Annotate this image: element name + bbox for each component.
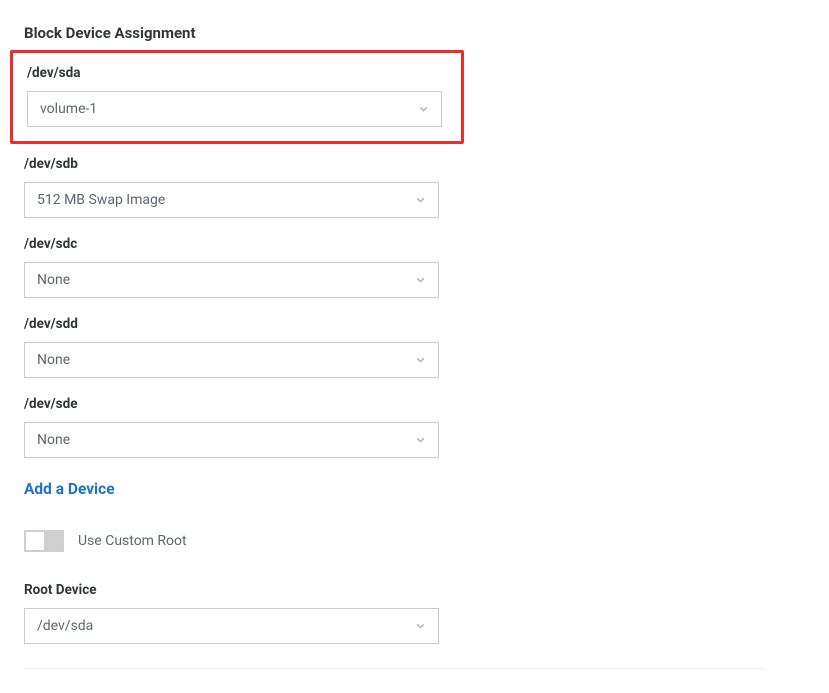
device-group-sdc: /dev/sdc None bbox=[24, 236, 464, 298]
add-device-button[interactable]: Add a Device bbox=[24, 480, 115, 498]
root-device-section: Root Device /dev/sda bbox=[24, 582, 464, 644]
device-group-sdb: /dev/sdb 512 MB Swap Image bbox=[24, 156, 464, 218]
device-select-sde[interactable]: None bbox=[24, 422, 439, 458]
root-device-title: Root Device bbox=[24, 582, 464, 598]
custom-root-toggle-row: Use Custom Root bbox=[24, 530, 464, 552]
toggle-knob bbox=[26, 532, 44, 550]
custom-root-toggle[interactable] bbox=[24, 530, 64, 552]
custom-root-toggle-label: Use Custom Root bbox=[78, 533, 187, 549]
section-divider bbox=[24, 668, 764, 669]
device-group-sdd: /dev/sdd None bbox=[24, 316, 464, 378]
device-select-sdb[interactable]: 512 MB Swap Image bbox=[24, 182, 439, 218]
root-device-select[interactable]: /dev/sda bbox=[24, 608, 439, 644]
device-select-sdc[interactable]: None bbox=[24, 262, 439, 298]
device-select-sdd[interactable]: None bbox=[24, 342, 439, 378]
device-label-sde: /dev/sde bbox=[24, 396, 464, 412]
device-label-sda: /dev/sda bbox=[13, 65, 447, 81]
section-title: Block Device Assignment bbox=[24, 24, 464, 42]
device-select-sda[interactable]: volume-1 bbox=[27, 91, 442, 127]
device-group-sde: /dev/sde None bbox=[24, 396, 464, 458]
device-label-sdc: /dev/sdc bbox=[24, 236, 464, 252]
device-label-sdd: /dev/sdd bbox=[24, 316, 464, 332]
device-group-sda: /dev/sda volume-1 bbox=[10, 50, 464, 144]
device-label-sdb: /dev/sdb bbox=[24, 156, 464, 172]
